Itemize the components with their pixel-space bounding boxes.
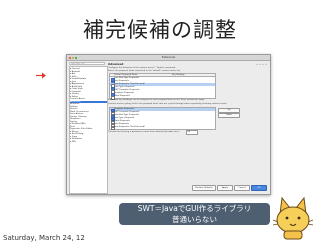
highlight-arrow-icon <box>36 72 46 79</box>
cat-mascot-icon <box>272 196 314 240</box>
timeout-label: Timeout for fetching a parameter name fr… <box>108 131 180 133</box>
timeout-input[interactable]: 50 <box>186 130 198 136</box>
page-title: Advanced <box>108 62 124 66</box>
caption-line-2: 普通いらない <box>172 215 217 224</box>
preference-tree[interactable]: ▸ General ▸ Android ▸ Ant ▸ Help ▸ Insta… <box>69 66 108 194</box>
description-text: Select the proposal kinds contained in t… <box>108 70 181 72</box>
description-text: Configure the behavior of the content as… <box>108 67 176 69</box>
cycling-description: Content assist cycling: Select the propo… <box>108 103 227 105</box>
down-button[interactable]: Down <box>218 112 240 118</box>
apply-button[interactable]: Apply <box>217 185 233 191</box>
list-item[interactable]: Word Proposals <box>110 95 215 100</box>
window-title: Preferences <box>161 56 176 59</box>
slide-date: Saturday, March 24, 12 <box>3 234 85 242</box>
list-item-label: Word Proposals <box>114 95 130 98</box>
preferences-window: Preferences type filter text ▸ General ▸… <box>66 54 271 195</box>
tree-item[interactable]: ▸ XML <box>70 141 76 144</box>
caption-line-1: SWT＝JavaでGUI作るライブラリ <box>137 204 252 213</box>
default-proposal-list[interactable]: Java Non-Type Proposals Java Proposals J… <box>109 76 216 100</box>
cycling-proposal-list[interactable]: Template Proposals SWT Template Proposal… <box>109 107 216 131</box>
list-item-label: Java Proposals (Task-Focused) <box>114 126 146 128</box>
ok-button[interactable]: OK <box>251 185 267 191</box>
history-nav-arrows[interactable]: ⇦ ▾ ⇨ ▾ <box>256 63 267 66</box>
slide-title: 補完候補の調整 <box>83 18 237 42</box>
filter-input[interactable]: type filter text <box>69 62 105 65</box>
settings-page: Advanced ⇦ ▾ ⇨ ▾ Configure the behavior … <box>108 62 267 192</box>
cancel-button[interactable]: Cancel <box>234 185 250 191</box>
list-item[interactable]: Java Proposals (Task-Focused) <box>110 126 215 131</box>
keys-hint-text: Individual key bindings can be assigned … <box>108 99 205 101</box>
restore-defaults-button[interactable]: Restore Defaults <box>192 185 216 191</box>
caption-text: SWT＝JavaでGUI作るライブラリ 普通いらない <box>119 203 270 225</box>
window-titlebar: Preferences <box>67 55 270 61</box>
